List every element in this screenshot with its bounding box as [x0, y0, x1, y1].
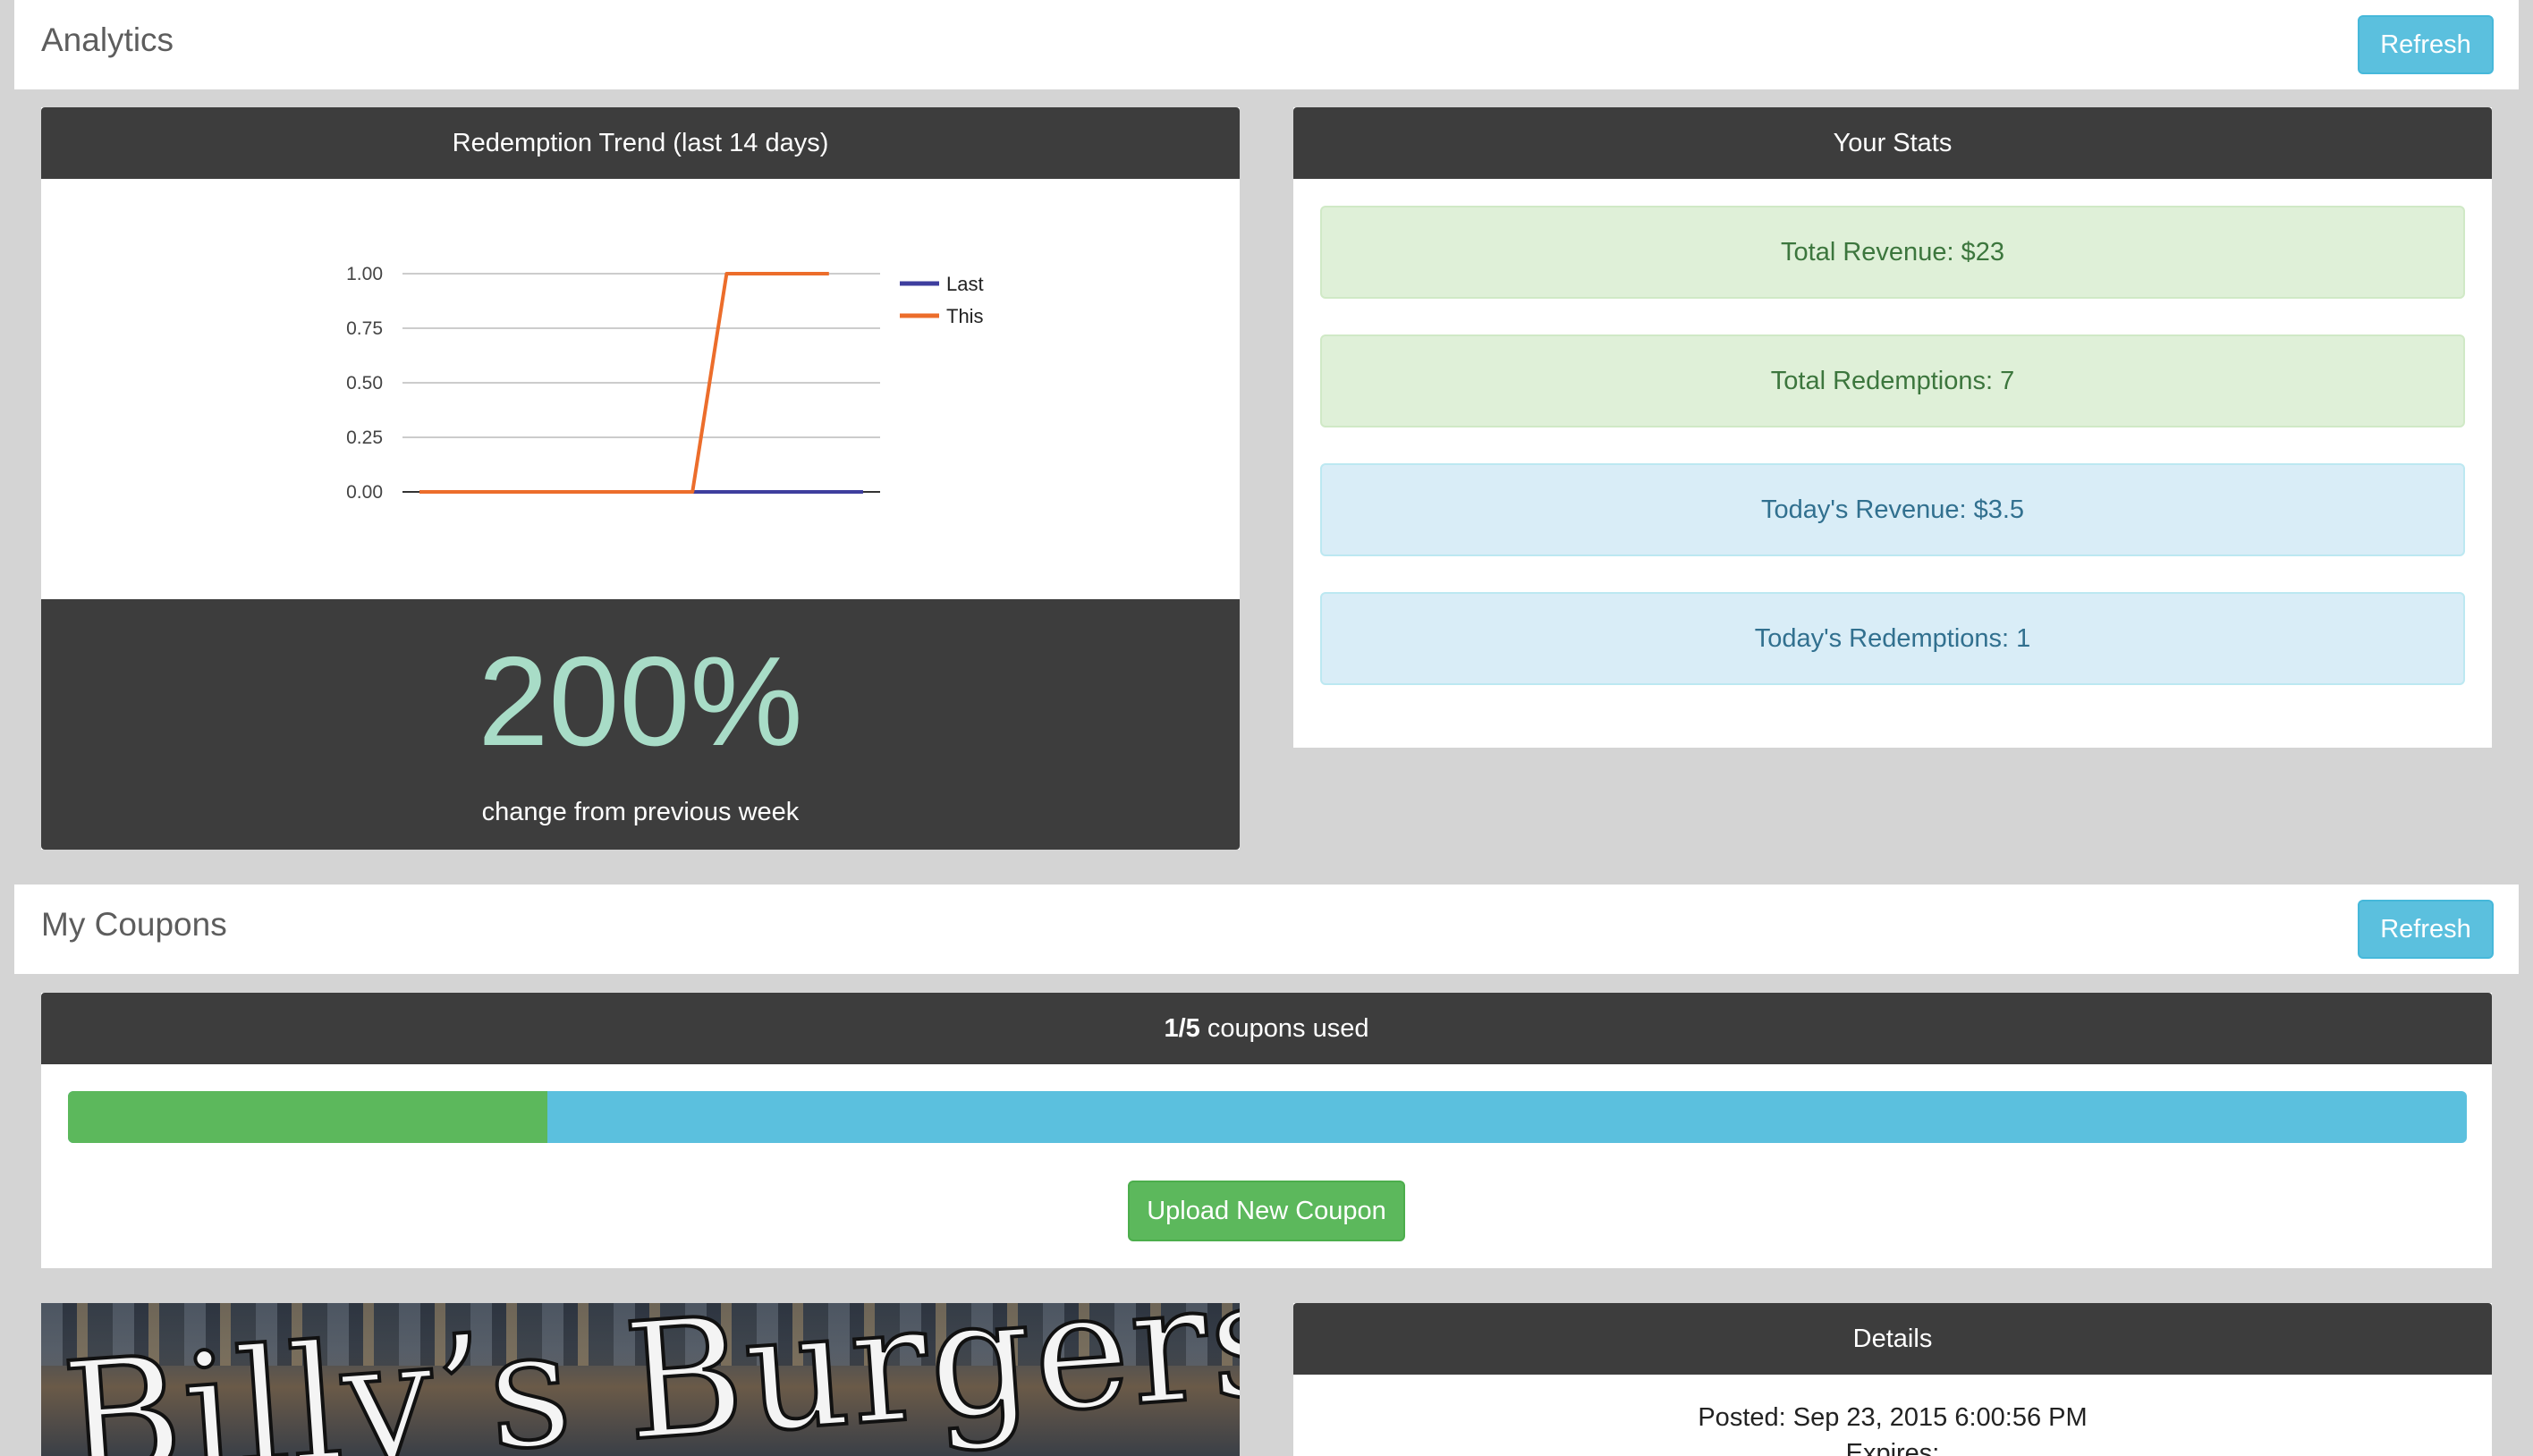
coupons-refresh-button[interactable]: Refresh: [2358, 900, 2494, 959]
stat-total-redemptions: Total Redemptions: 7: [1320, 334, 2465, 427]
coupon-image[interactable]: Billy’s Burgers: [41, 1303, 1240, 1456]
legend-label-this: This: [946, 305, 984, 327]
upload-new-coupon-button[interactable]: Upload New Coupon: [1128, 1181, 1405, 1241]
coupons-title: My Coupons: [41, 906, 227, 943]
trend-panel: Redemption Trend (last 14 days) 0.00 0.25…: [41, 107, 1240, 850]
coupons-header: My Coupons Refresh: [14, 885, 2519, 974]
coupon-usage-progress: [68, 1091, 2467, 1143]
analytics-header: Analytics Refresh: [14, 0, 2519, 89]
y-tick-label: 0.00: [346, 482, 383, 503]
coupon-usage-title: 1/5 coupons used: [41, 993, 2492, 1064]
y-tick-label: 1.00: [346, 264, 383, 284]
analytics-title: Analytics: [41, 21, 174, 58]
stat-todays-revenue: Today's Revenue: $3.5: [1320, 463, 2465, 556]
analytics-refresh-button[interactable]: Refresh: [2358, 15, 2494, 74]
details-posted: Posted: Sep 23, 2015 6:00:56 PM: [1698, 1403, 2088, 1432]
coupon-usage-text: coupons used: [1199, 1013, 1369, 1043]
stats-panel-title: Your Stats: [1293, 107, 2492, 179]
change-summary: 200% change from previous week: [41, 599, 1240, 850]
details-expires: Expires:: [1845, 1439, 1940, 1456]
change-label: change from previous week: [481, 798, 800, 826]
coupon-usage-panel: 1/5 coupons used Upload New Coupon: [41, 993, 2492, 1268]
details-panel: Details Posted: Sep 23, 2015 6:00:56 PM …: [1293, 1303, 2492, 1456]
change-percentage: 200%: [478, 631, 803, 773]
coupon-usage-count: 1/5: [1164, 1013, 1200, 1043]
stat-todays-redemptions: Today's Redemptions: 1: [1320, 592, 2465, 685]
y-tick-label: 0.25: [346, 427, 383, 448]
coupon-image-text: Billy’s Burgers: [55, 1303, 1240, 1456]
trend-panel-title: Redemption Trend (last 14 days): [41, 107, 1240, 179]
y-tick-label: 0.75: [346, 318, 383, 339]
legend-label-last: Last: [946, 273, 984, 295]
y-tick-label: 0.50: [346, 373, 383, 394]
stats-panel: Your Stats Total Revenue: $23 Total Rede…: [1293, 107, 2492, 748]
details-panel-title: Details: [1293, 1303, 2492, 1375]
progress-used: [68, 1091, 548, 1143]
stat-total-revenue: Total Revenue: $23: [1320, 206, 2465, 299]
